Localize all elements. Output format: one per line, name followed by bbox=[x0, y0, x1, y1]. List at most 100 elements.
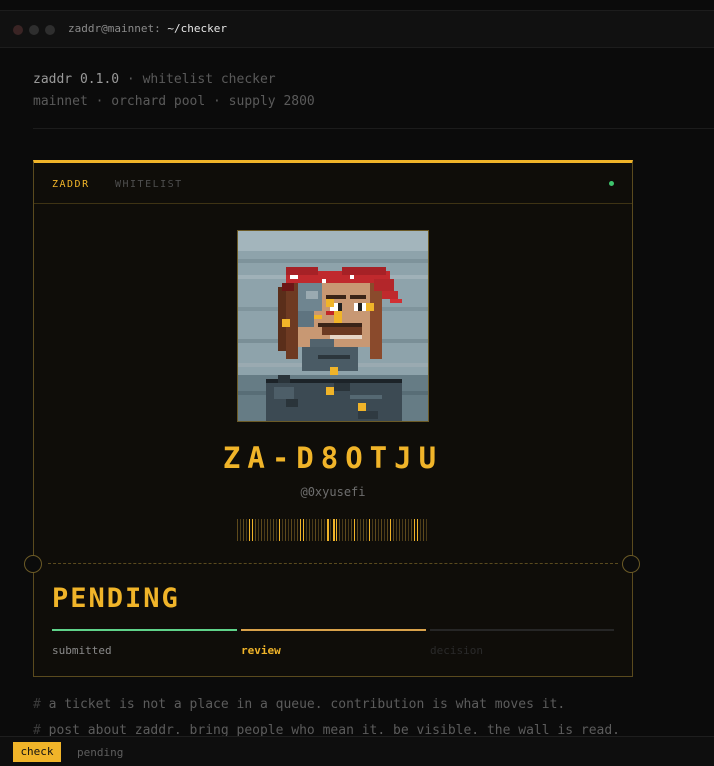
barcode-stripe bbox=[240, 519, 241, 541]
barcode-stripe bbox=[246, 519, 247, 541]
tab-zaddr[interactable]: ZADDR bbox=[52, 179, 90, 190]
whitelist-ticket-card: ZADDR WHITELIST ZA-D8OTJU @0xyusefi PEND… bbox=[24, 160, 640, 677]
barcode-stripe bbox=[396, 519, 397, 541]
barcode bbox=[237, 519, 427, 541]
pixel-avatar-image bbox=[238, 231, 428, 421]
barcode-stripe bbox=[288, 519, 289, 541]
barcode-stripe bbox=[306, 519, 307, 541]
ticket-notch-right bbox=[622, 555, 640, 573]
barcode-stripe bbox=[426, 519, 427, 541]
barcode-stripe bbox=[309, 519, 310, 541]
barcode-stripe bbox=[390, 519, 391, 541]
barcode-stripe bbox=[264, 519, 265, 541]
barcode-stripe bbox=[282, 519, 283, 541]
barcode-stripe bbox=[339, 519, 340, 541]
user-handle: @0xyusefi bbox=[300, 485, 366, 499]
barcode-stripe bbox=[258, 519, 259, 541]
barcode-stripe bbox=[351, 519, 352, 541]
barcode-stripe bbox=[372, 519, 373, 541]
barcode-stripe bbox=[375, 519, 376, 541]
step-bar-submitted bbox=[52, 629, 237, 631]
window-minimize-icon[interactable] bbox=[29, 25, 39, 35]
barcode-stripe bbox=[249, 519, 250, 541]
tool-name: whitelist checker bbox=[142, 72, 276, 87]
tab-whitelist[interactable]: WHITELIST bbox=[115, 179, 183, 190]
barcode-stripe bbox=[393, 519, 394, 541]
barcode-stripe bbox=[423, 519, 424, 541]
window-title: zaddr@mainnet: ~/checker bbox=[68, 22, 227, 35]
step-bar-review bbox=[241, 629, 426, 631]
barcode-stripe bbox=[267, 519, 268, 541]
divider bbox=[33, 128, 714, 129]
status-heading: PENDING bbox=[52, 583, 180, 614]
barcode-stripe bbox=[318, 519, 319, 541]
barcode-stripe bbox=[369, 519, 370, 541]
current-path: ~/checker bbox=[167, 22, 227, 35]
step-label-decision: decision bbox=[430, 644, 483, 657]
barcode-stripe bbox=[273, 519, 274, 541]
status-text: pending bbox=[77, 746, 124, 759]
barcode-stripe bbox=[360, 519, 361, 541]
barcode-stripe bbox=[327, 519, 329, 541]
card-header: ZADDR WHITELIST bbox=[34, 163, 632, 204]
step-label-review: review bbox=[241, 644, 281, 657]
terminal-titlebar: zaddr@mainnet: ~/checker bbox=[0, 10, 714, 48]
barcode-stripe bbox=[237, 519, 238, 541]
barcode-stripe bbox=[312, 519, 313, 541]
barcode-stripe bbox=[333, 519, 335, 541]
barcode-stripe bbox=[345, 519, 346, 541]
barcode-stripe bbox=[384, 519, 385, 541]
barcode-stripe bbox=[411, 519, 412, 541]
barcode-stripe bbox=[243, 519, 244, 541]
barcode-stripe bbox=[399, 519, 400, 541]
barcode-stripe bbox=[330, 519, 331, 541]
user-host: zaddr@mainnet: bbox=[68, 22, 161, 35]
perforation-line bbox=[48, 563, 618, 564]
barcode-stripe bbox=[255, 519, 256, 541]
barcode-stripe bbox=[321, 519, 322, 541]
barcode-stripe bbox=[261, 519, 262, 541]
ticket-id: ZA-D8OTJU bbox=[222, 441, 444, 475]
barcode-stripe bbox=[405, 519, 406, 541]
separator: · bbox=[119, 72, 143, 87]
barcode-stripe bbox=[303, 519, 304, 541]
app-name-version: zaddr 0.1.0 bbox=[33, 72, 120, 87]
barcode-stripe bbox=[300, 519, 301, 541]
barcode-stripe bbox=[315, 519, 316, 541]
barcode-stripe bbox=[408, 519, 409, 541]
barcode-stripe bbox=[252, 519, 253, 541]
barcode-stripe bbox=[285, 519, 286, 541]
barcode-stripe bbox=[357, 519, 358, 541]
avatar bbox=[237, 230, 429, 422]
barcode-stripe bbox=[270, 519, 271, 541]
barcode-stripe bbox=[279, 519, 280, 541]
barcode-stripe bbox=[324, 519, 325, 541]
barcode-stripe bbox=[276, 519, 277, 541]
step-bar-decision bbox=[430, 629, 614, 631]
step-label-submitted: submitted bbox=[52, 644, 112, 657]
comment-text: a ticket is not a place in a queue. cont… bbox=[48, 697, 566, 712]
barcode-stripe bbox=[366, 519, 367, 541]
window-maximize-icon[interactable] bbox=[45, 25, 55, 35]
network-info-line: mainnet · orchard pool · supply 2800 bbox=[33, 94, 315, 109]
barcode-stripe bbox=[354, 519, 355, 541]
ticket-notch-left bbox=[24, 555, 42, 573]
barcode-stripe bbox=[336, 519, 337, 541]
barcode-stripe bbox=[387, 519, 388, 541]
barcode-stripe bbox=[294, 519, 295, 541]
barcode-stripe bbox=[378, 519, 379, 541]
barcode-stripe bbox=[291, 519, 292, 541]
status-bar: check pending bbox=[0, 736, 714, 766]
barcode-stripe bbox=[381, 519, 382, 541]
barcode-stripe bbox=[420, 519, 421, 541]
barcode-stripe bbox=[297, 519, 298, 541]
barcode-stripe bbox=[342, 519, 343, 541]
comment-line: # a ticket is not a place in a queue. co… bbox=[33, 697, 565, 712]
barcode-stripe bbox=[417, 519, 418, 541]
check-button[interactable]: check bbox=[13, 742, 61, 762]
window-close-icon[interactable] bbox=[13, 25, 23, 35]
barcode-stripe bbox=[348, 519, 349, 541]
barcode-stripe bbox=[363, 519, 364, 541]
comment-hash: # bbox=[33, 697, 41, 712]
app-version-line: zaddr 0.1.0 · whitelist checker bbox=[33, 72, 276, 87]
